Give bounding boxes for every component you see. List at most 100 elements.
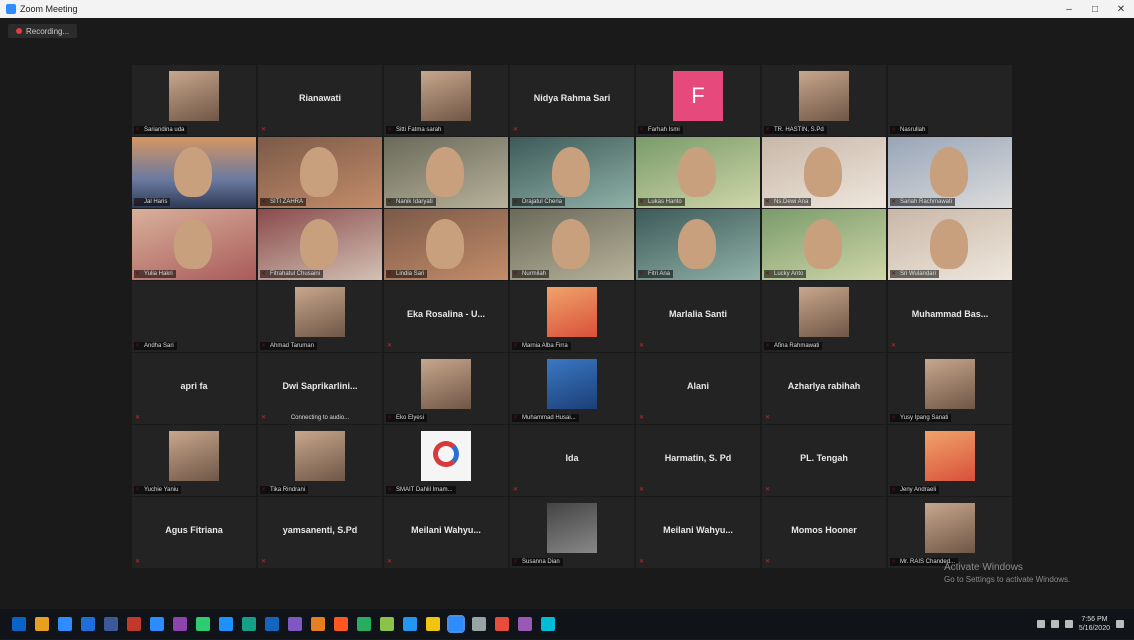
participant-tile[interactable]: ✕Yulia Hakri xyxy=(132,209,256,280)
participant-tile[interactable]: ✕Lindia Sari xyxy=(384,209,508,280)
participant-tile[interactable]: ✕Ahmad Taruman xyxy=(258,281,382,352)
start-menu-icon[interactable] xyxy=(12,617,26,631)
participant-tile[interactable]: Agus Fitriana ✕ xyxy=(132,497,256,568)
participant-tile[interactable]: Alani ✕ xyxy=(636,353,760,424)
participant-tile[interactable]: ✕Sariah Rachmawati xyxy=(888,137,1012,208)
participant-tile[interactable]: ✕Nurmilah xyxy=(510,209,634,280)
taskbar-app-icon[interactable] xyxy=(334,617,348,631)
participant-name-label: Jal Haris xyxy=(134,198,171,206)
profile-picture xyxy=(799,287,849,337)
taskbar-app-icon[interactable] xyxy=(518,617,532,631)
participant-tile[interactable]: ✕Lucky Anto xyxy=(762,209,886,280)
taskbar-app-icon[interactable] xyxy=(127,617,141,631)
participant-name-label: Farhah Ismi xyxy=(638,126,683,134)
battery-icon[interactable] xyxy=(1064,620,1073,628)
participant-tile[interactable]: PL. Tengah ✕ xyxy=(762,425,886,496)
profile-picture xyxy=(169,71,219,121)
participant-tile[interactable]: Ida ✕ xyxy=(510,425,634,496)
participant-display-name: Meilani Wahyu... xyxy=(411,525,481,535)
taskbar-app-icon[interactable] xyxy=(403,617,417,631)
participant-tile[interactable]: ✕Drajatul Cheria xyxy=(510,137,634,208)
profile-picture xyxy=(421,71,471,121)
participant-tile[interactable]: ✕Yuchie Yaniu xyxy=(132,425,256,496)
participant-tile[interactable]: Meilani Wahyu... ✕ xyxy=(636,497,760,568)
recording-indicator[interactable]: Recording... xyxy=(8,24,78,38)
taskbar-app-icon[interactable] xyxy=(104,617,118,631)
taskbar-app-icon[interactable] xyxy=(219,617,233,631)
participant-name-label: Yulia Hakri xyxy=(134,270,176,278)
participant-tile[interactable]: ✕SMAIT Dahlil Imam... xyxy=(384,425,508,496)
clock-date: 5/16/2020 xyxy=(1078,625,1110,632)
taskbar-app-icon[interactable] xyxy=(150,617,164,631)
taskbar-app-icon[interactable] xyxy=(447,615,465,633)
participant-tile[interactable]: ✕Muhammad Husai... xyxy=(510,353,634,424)
participant-tile[interactable]: ✕Afina Rahmawati xyxy=(762,281,886,352)
taskbar-app-icon[interactable] xyxy=(288,617,302,631)
participant-tile[interactable]: ✕Marnia Alba Firra xyxy=(510,281,634,352)
participant-tile[interactable]: ✕TR. HASTIN, S.Pd xyxy=(762,65,886,136)
participant-name-label: Fitrahatul Chusaini xyxy=(260,270,324,278)
taskbar-app-icon[interactable] xyxy=(357,617,371,631)
minimize-button[interactable]: – xyxy=(1056,4,1082,15)
participant-tile[interactable]: Harmatin, S. Pd ✕ xyxy=(636,425,760,496)
participant-name-label: SMAIT Dahlil Imam... xyxy=(386,486,456,494)
participant-tile[interactable]: ✕Fitrahatul Chusaini xyxy=(258,209,382,280)
participant-tile[interactable]: Dwi Saprikarlini... Connecting to audio..… xyxy=(258,353,382,424)
participant-tile[interactable]: ✕Jeny Andraeli xyxy=(888,425,1012,496)
taskbar-app-icon[interactable] xyxy=(265,617,279,631)
participant-tile[interactable]: ✕Nanik Idaryati xyxy=(384,137,508,208)
participant-name-label: Nurmilah xyxy=(512,270,550,278)
participant-tile[interactable]: ✕Sri Wulandari xyxy=(888,209,1012,280)
taskbar-app-icon[interactable] xyxy=(35,617,49,631)
participant-tile[interactable]: ✕Susanna Dian xyxy=(510,497,634,568)
taskbar-app-icon[interactable] xyxy=(58,617,72,631)
participant-tile[interactable]: Momos Hooner ✕ xyxy=(762,497,886,568)
participant-video-face xyxy=(930,219,968,269)
participant-tile[interactable]: ✕Tika Rindrani xyxy=(258,425,382,496)
participant-tile[interactable]: ✕Jal Haris xyxy=(132,137,256,208)
taskbar-app-icon[interactable] xyxy=(495,617,509,631)
taskbar-app-icon[interactable] xyxy=(196,617,210,631)
taskbar-clock[interactable]: 7:56 PM 5/16/2020 xyxy=(1079,615,1110,633)
participant-tile[interactable]: Meilani Wahyu... ✕ xyxy=(384,497,508,568)
close-button[interactable]: ✕ xyxy=(1108,4,1134,15)
participant-tile[interactable]: F✕Farhah Ismi xyxy=(636,65,760,136)
taskbar-app-icon[interactable] xyxy=(242,617,256,631)
participant-tile[interactable]: ✕Eko Elyesi xyxy=(384,353,508,424)
participant-tile[interactable]: yamsanenti, S.Pd ✕ xyxy=(258,497,382,568)
participant-tile[interactable]: Nidya Rahma Sari ✕ xyxy=(510,65,634,136)
participant-tile[interactable]: Eka Rosalina - U... ✕ xyxy=(384,281,508,352)
watermark-subtitle: Go to Settings to activate Windows. xyxy=(944,575,1071,584)
participant-tile[interactable]: ✕Sariandina uda xyxy=(132,65,256,136)
participant-tile[interactable]: Azharlya rabihah ✕ xyxy=(762,353,886,424)
participant-tile[interactable]: ✕Yusy Ipang Sanati xyxy=(888,353,1012,424)
participant-tile[interactable]: ✕Nasrullah xyxy=(888,65,1012,136)
participant-name-label: Drajatul Cheria xyxy=(512,198,566,206)
taskbar-app-icon[interactable] xyxy=(472,617,486,631)
participant-name-label: SITI ZAHRA xyxy=(260,198,307,206)
volume-icon[interactable] xyxy=(1050,620,1059,628)
participant-tile[interactable]: ✕SITI ZAHRA xyxy=(258,137,382,208)
taskbar-app-icon[interactable] xyxy=(81,617,95,631)
taskbar-app-icon[interactable] xyxy=(173,617,187,631)
participant-tile[interactable]: apri fa ✕ xyxy=(132,353,256,424)
participant-tile[interactable]: ✕Sitti Fatma sarah xyxy=(384,65,508,136)
taskbar-app-icon[interactable] xyxy=(541,617,555,631)
participant-tile[interactable]: ✕Ns.Dewi Ana xyxy=(762,137,886,208)
taskbar-app-icon[interactable] xyxy=(380,617,394,631)
notifications-icon[interactable] xyxy=(1116,620,1124,628)
participant-tile[interactable]: Muhammad Bas... ✕ xyxy=(888,281,1012,352)
network-icon[interactable] xyxy=(1036,620,1045,628)
participant-tile[interactable]: Marlalia Santi ✕ xyxy=(636,281,760,352)
participant-name-label: Muhammad Husai... xyxy=(512,414,579,422)
participant-tile[interactable]: ✕Andha Sari xyxy=(132,281,256,352)
taskbar-app-icon[interactable] xyxy=(311,617,325,631)
participant-tile[interactable]: ✕Lukas Hanto xyxy=(636,137,760,208)
participant-tile[interactable]: ✕Fitri Ana xyxy=(636,209,760,280)
participant-tile[interactable]: ✕Mr. RAIS Chanded... xyxy=(888,497,1012,568)
participant-video-face xyxy=(426,219,464,269)
participant-video-face xyxy=(426,147,464,197)
taskbar-app-icon[interactable] xyxy=(426,617,440,631)
maximize-button[interactable]: □ xyxy=(1082,4,1108,15)
participant-tile[interactable]: Rianawati ✕ xyxy=(258,65,382,136)
